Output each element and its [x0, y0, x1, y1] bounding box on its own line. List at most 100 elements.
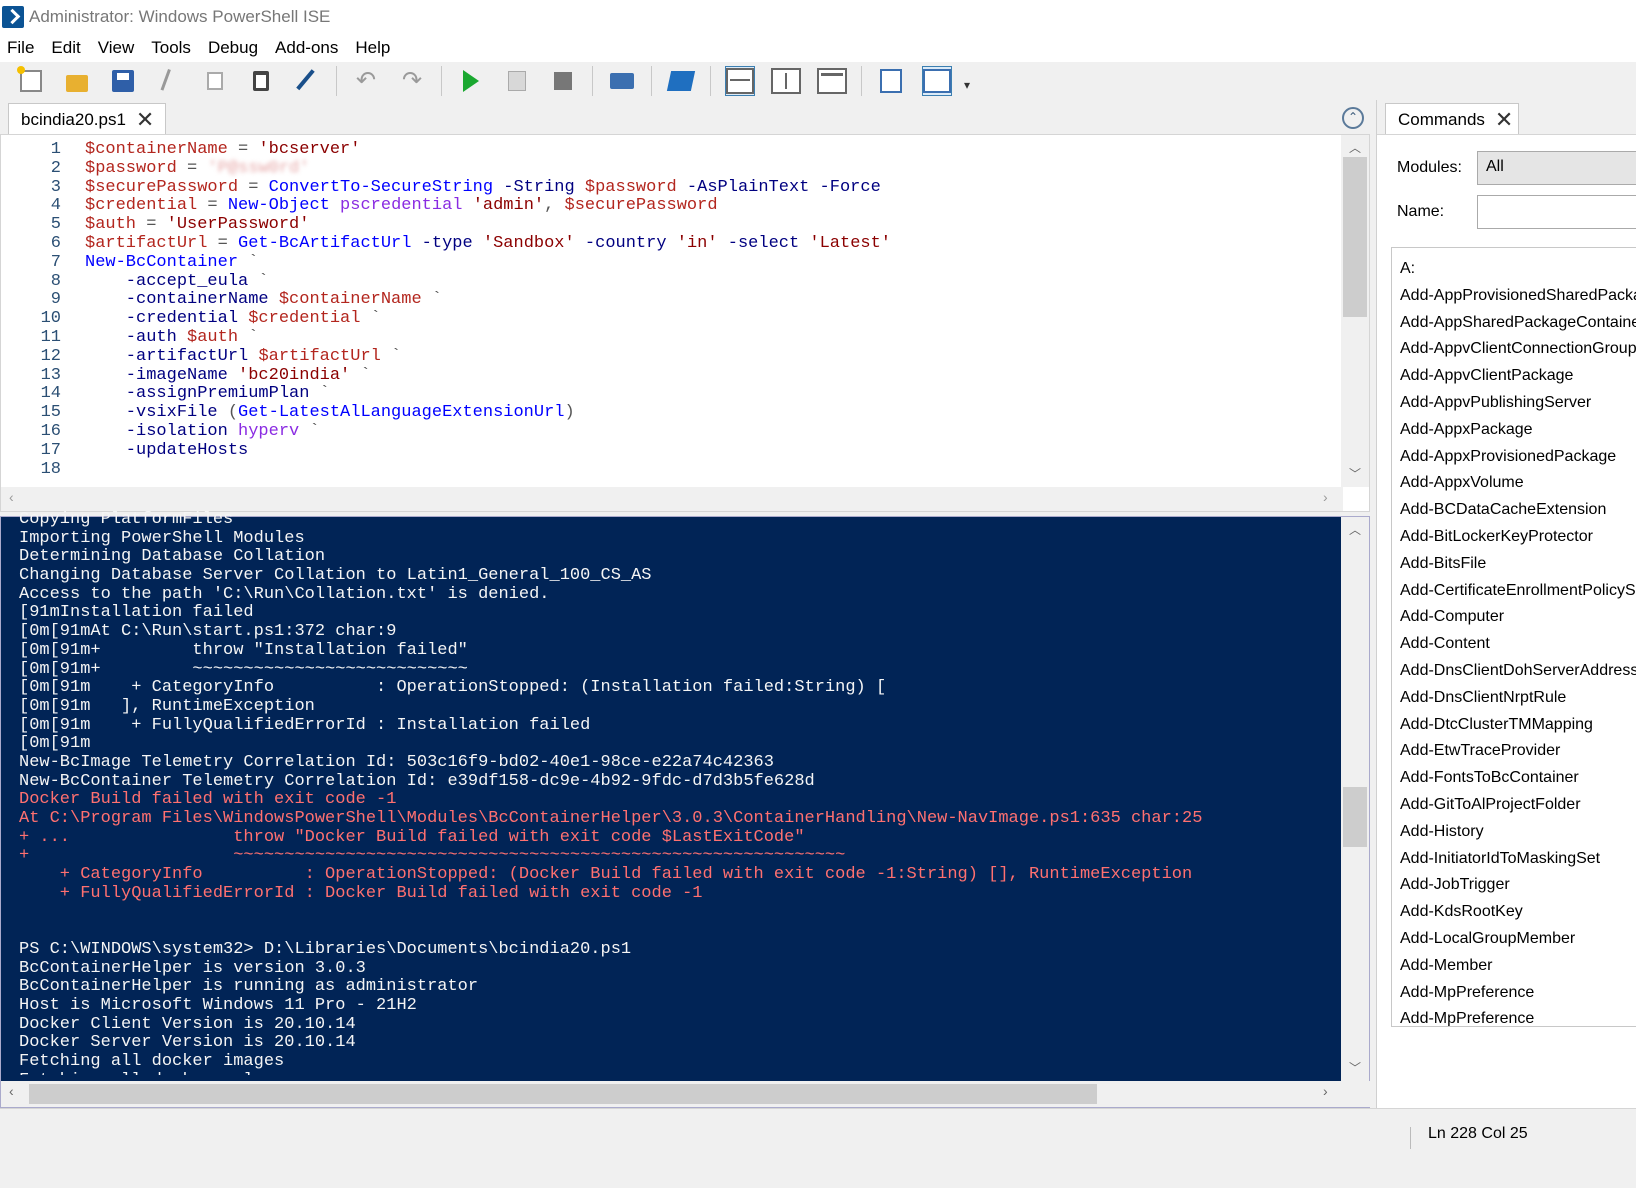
name-input[interactable] [1477, 195, 1636, 229]
scroll-right-icon[interactable]: › [1323, 489, 1328, 505]
menu-help[interactable]: Help [348, 38, 400, 58]
scroll-up-icon[interactable]: ︿ [1341, 139, 1369, 156]
modules-select[interactable]: All [1477, 151, 1636, 185]
code-token: $auth [85, 215, 137, 235]
command-list-item[interactable]: Add-AppvPublishingServer [1392, 390, 1636, 417]
console-scroll-thumb[interactable] [1343, 787, 1367, 847]
command-list-item[interactable]: Add-Computer [1392, 604, 1636, 631]
command-list-item[interactable]: Add-BCDataCacheExtension [1392, 497, 1636, 524]
editor-vertical-scrollbar[interactable]: ︿ ﹀ [1341, 135, 1369, 487]
code-line: $password = 'P@ssw0rd' [85, 159, 1337, 179]
scroll-up-icon[interactable]: ︿ [1341, 521, 1369, 538]
clear-console-button[interactable] [292, 66, 322, 96]
commands-tab[interactable]: Commands ✕ [1385, 103, 1519, 135]
remote-powershell-button[interactable] [607, 66, 637, 96]
command-list-item[interactable]: Add-DnsClientDohServerAddress [1392, 658, 1636, 685]
command-list-item[interactable]: Add-FontsToBcContainer [1392, 765, 1636, 792]
redo-button[interactable]: ↷ [397, 66, 427, 96]
code-token: $containerName [85, 140, 228, 159]
cursor-position: Ln 228 Col 25 [1428, 1125, 1528, 1142]
command-list[interactable]: A:Add-AppProvisionedSharedPackageContain… [1391, 247, 1636, 1027]
run-script-button[interactable] [456, 66, 486, 96]
command-list-item[interactable]: Add-BitLockerKeyProtector [1392, 524, 1636, 551]
script-pane-top-button[interactable] [725, 66, 755, 96]
code-token: Get-BcArtifactUrl [238, 233, 412, 253]
collapse-script-pane-icon[interactable]: ⌃ [1342, 107, 1364, 129]
editor-horizontal-scrollbar[interactable]: ‹ › [1, 487, 1343, 511]
show-command-addon-icon [923, 69, 951, 93]
command-list-item[interactable]: Add-AppxProvisionedPackage [1392, 444, 1636, 471]
code-token: 'Sandbox' [482, 233, 575, 253]
code-token: ` [238, 252, 259, 272]
command-list-item[interactable]: Add-BitsFile [1392, 551, 1636, 578]
menu-edit[interactable]: Edit [44, 38, 90, 58]
start-powershell-button[interactable] [666, 66, 696, 96]
code-token: -artifactUrl [85, 346, 259, 366]
code-token: ` [350, 365, 371, 385]
script-pane-max-button[interactable] [817, 66, 847, 96]
console-line: [0m[91m + CategoryInfo : OperationStoppe… [19, 678, 887, 698]
scroll-left-icon[interactable]: ‹ [9, 489, 14, 505]
code-token: New-BcContainer [85, 252, 239, 272]
scroll-left-icon[interactable]: ‹ [9, 1083, 14, 1099]
command-list-item[interactable]: Add-AppSharedPackageContainer [1392, 310, 1636, 337]
command-list-item[interactable]: Add-KdsRootKey [1392, 899, 1636, 926]
script-pane-right-button[interactable] [771, 66, 801, 96]
show-command-window-button[interactable] [876, 66, 906, 96]
menu-tools[interactable]: Tools [144, 38, 201, 58]
copy-button[interactable] [200, 66, 230, 96]
command-list-item[interactable]: Add-AppvClientConnectionGroup [1392, 336, 1636, 363]
console-vertical-scrollbar[interactable]: ︿ ﹀ [1341, 517, 1369, 1081]
command-list-item[interactable]: Add-MpPreference [1392, 980, 1636, 1007]
command-list-item[interactable]: Add-JobTrigger [1392, 872, 1636, 899]
command-list-item[interactable]: Add-DtcClusterTMMapping [1392, 712, 1636, 739]
scroll-down-icon[interactable]: ﹀ [1341, 1059, 1369, 1076]
command-list-item[interactable]: Add-EtwTraceProvider [1392, 738, 1636, 765]
code-token: -assignPremiumPlan [85, 384, 310, 404]
stop-button[interactable] [548, 66, 578, 96]
script-tab[interactable]: bcindia20.ps1 ✕ [8, 103, 166, 135]
console-horizontal-scrollbar[interactable]: ‹ › [1, 1081, 1371, 1107]
command-list-item[interactable]: Add-Content [1392, 631, 1636, 658]
close-icon[interactable]: ✕ [1495, 108, 1513, 131]
console-hscroll-thumb[interactable] [29, 1084, 1097, 1104]
command-list-item[interactable]: A: [1392, 256, 1636, 283]
undo-button[interactable]: ↶ [351, 66, 381, 96]
run-selection-button[interactable] [502, 66, 532, 96]
command-list-item[interactable]: Add-History [1392, 819, 1636, 846]
code-token: ( [227, 403, 239, 423]
menu-view[interactable]: View [91, 38, 145, 58]
command-list-item[interactable]: Add-CertificateEnrollmentPolicyServer [1392, 578, 1636, 605]
script-editor[interactable]: 1 2 3 4 5 6 7 8 9 10 11 12 13 14 15 16 17 18 $containerNa… [0, 134, 1370, 575]
cut-button[interactable] [154, 66, 184, 96]
show-command-addon-button[interactable] [922, 66, 952, 96]
menu-file[interactable]: File [0, 38, 44, 58]
code-token: ` [238, 327, 259, 347]
command-list-item[interactable]: Add-AppxVolume [1392, 470, 1636, 497]
menu-addons[interactable]: Add-ons [268, 38, 348, 58]
close-icon[interactable]: ✕ [136, 108, 154, 131]
scroll-right-icon[interactable]: › [1323, 1083, 1328, 1099]
scroll-down-icon[interactable]: ﹀ [1341, 465, 1369, 482]
console-error-line: + ... throw "Docker Build failed with ex… [19, 827, 805, 847]
command-list-item[interactable]: Add-InitiatorIdToMaskingSet [1392, 846, 1636, 873]
command-list-item[interactable]: Add-LocalGroupMember [1392, 926, 1636, 953]
paste-icon [253, 71, 269, 91]
command-list-item[interactable]: Add-GitToAlProjectFolder [1392, 792, 1636, 819]
open-button[interactable] [62, 66, 92, 96]
command-list-item[interactable]: Add-AppxPackage [1392, 417, 1636, 444]
editor-scroll-thumb[interactable] [1343, 157, 1367, 317]
new-script-button[interactable] [16, 66, 46, 96]
command-list-item[interactable]: Add-AppvClientPackage [1392, 363, 1636, 390]
code-area[interactable]: $containerName = 'bcserver' $password = '… [85, 140, 1337, 479]
paste-button[interactable] [246, 66, 276, 96]
save-button[interactable] [108, 66, 138, 96]
menu-debug[interactable]: Debug [201, 38, 268, 58]
console-pane[interactable]: Copying PlatformFiles Importing PowerShel… [0, 511, 1371, 1108]
command-list-item[interactable]: Add-DnsClientNrptRule [1392, 685, 1636, 712]
command-list-item[interactable]: Add-Member [1392, 953, 1636, 980]
command-list-item[interactable]: Add-AppProvisionedSharedPackageContainer [1392, 283, 1636, 310]
command-list-item[interactable]: Add-MpPreference [1392, 1006, 1636, 1026]
toolbar-overflow-icon[interactable]: ▾ [964, 78, 976, 98]
